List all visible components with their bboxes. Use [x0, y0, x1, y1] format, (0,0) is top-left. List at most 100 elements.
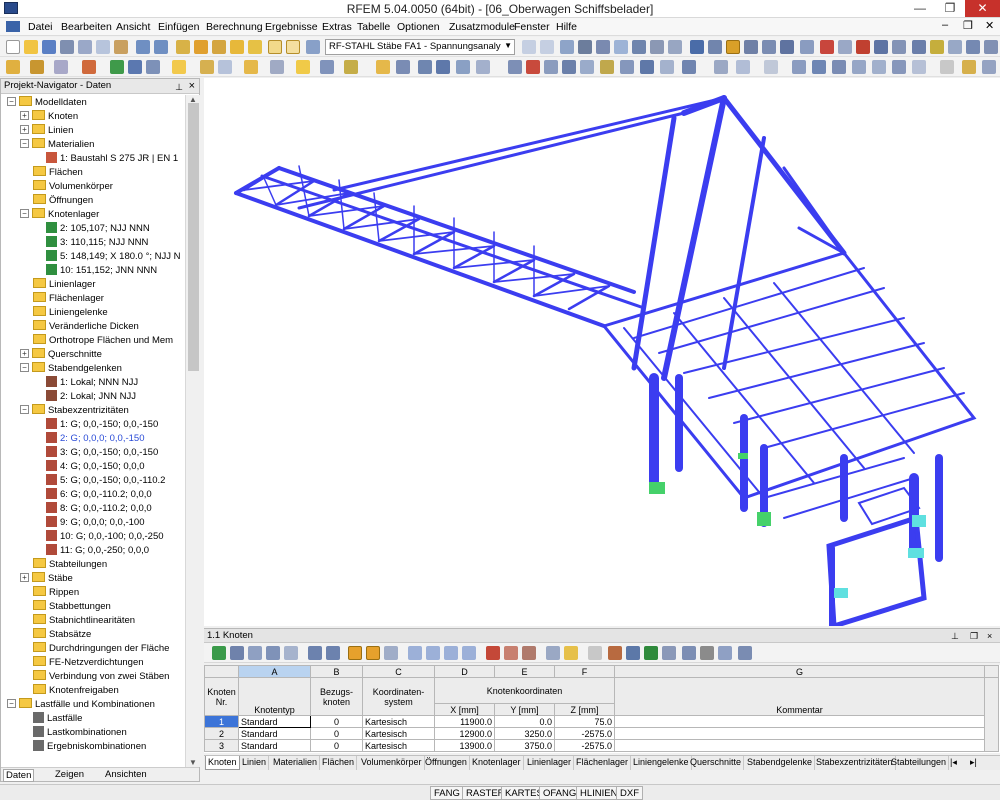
surface-load-icon[interactable]	[146, 60, 160, 74]
tree-item[interactable]: − Modelldaten	[7, 96, 87, 110]
table-jump-icon[interactable]	[348, 646, 362, 660]
expand-icon[interactable]: +	[20, 125, 29, 134]
crane-model-drawing[interactable]	[204, 78, 1000, 626]
table-tab[interactable]: Querschnitte	[688, 756, 745, 770]
table-tab[interactable]: Liniengelenke	[631, 756, 692, 770]
tree-item[interactable]: Volumenkörper	[33, 180, 113, 194]
undo-icon[interactable]	[136, 40, 150, 54]
table-delete-icon[interactable]	[486, 646, 500, 660]
tree-item[interactable]: Ergebniskombinationen	[33, 740, 146, 754]
result-combo-icon[interactable]	[218, 60, 232, 74]
select-icon[interactable]	[6, 60, 20, 74]
scale-icon[interactable]	[544, 60, 558, 74]
scroll-down-icon[interactable]: ▼	[189, 758, 197, 767]
nodes-table[interactable]: A B C D E F G Knoten Nr. Knotentyp Bezug…	[204, 665, 1000, 753]
tree-item[interactable]: Rippen	[33, 586, 79, 600]
tree-item[interactable]: 2: Lokal; JNN NJJ	[46, 390, 136, 404]
cell-kommentar[interactable]	[614, 739, 985, 752]
view-y-icon[interactable]	[744, 40, 758, 54]
tree-item[interactable]: − Stabexzentrizitäten	[20, 404, 129, 418]
column-f-header[interactable]: F	[554, 665, 615, 678]
tree-item[interactable]: Linienlager	[33, 278, 95, 292]
table-cut-icon[interactable]	[504, 646, 518, 660]
move-icon[interactable]	[508, 60, 522, 74]
menu-optionen[interactable]: Optionen	[397, 21, 440, 33]
next-icon[interactable]	[540, 40, 554, 54]
edit-icon[interactable]	[194, 40, 208, 54]
column-d-header[interactable]: D	[434, 665, 495, 678]
collapse-icon[interactable]: −	[20, 405, 29, 414]
window-split-icon[interactable]	[268, 40, 282, 54]
table-tab[interactable]: Stabendgelenke	[745, 756, 816, 770]
view-active-icon[interactable]	[726, 40, 740, 54]
open-folder-icon[interactable]	[24, 40, 38, 54]
row-number[interactable]: 2	[204, 727, 239, 740]
tree-item[interactable]: 2: G; 0,0,0; 0,0,-150	[46, 432, 145, 446]
column-g-header[interactable]: G	[614, 665, 985, 678]
cell-z[interactable]: -2575.0	[554, 727, 615, 740]
dimension-icon[interactable]	[948, 40, 962, 54]
results-icon[interactable]	[212, 40, 226, 54]
copy-icon[interactable]	[838, 40, 852, 54]
tree-item[interactable]: Flächenlager	[33, 292, 104, 306]
mdi-minimize-button[interactable]: –	[942, 19, 948, 31]
tree-item[interactable]: 9: G; 0,0,0; 0,0,-100	[46, 516, 145, 530]
tree-item[interactable]: 5: G; 0,0,-150; 0,0,-110.2	[46, 474, 165, 488]
member-load-icon[interactable]	[128, 60, 142, 74]
maximize-button[interactable]: ❐	[935, 0, 965, 17]
tree-item[interactable]: Verbindung von zwei Stäben	[33, 670, 169, 684]
close-icon[interactable]: ×	[189, 79, 195, 93]
menu-zusatzmodule[interactable]: Zusatzmodule	[449, 21, 515, 33]
cell-y[interactable]: 0.0	[494, 715, 555, 728]
filter-icon[interactable]	[270, 60, 284, 74]
zoom-icon[interactable]	[560, 40, 574, 54]
numbering-icon[interactable]	[396, 60, 410, 74]
surface-icon[interactable]	[614, 40, 628, 54]
tree-item[interactable]: 1: Lokal; NNN NJJ	[46, 376, 138, 390]
panel-icon[interactable]	[940, 60, 954, 74]
tab-scroll-right-icon[interactable]: ▸|	[968, 756, 979, 770]
table-tab[interactable]: Volumenkörper	[359, 756, 425, 770]
tab-scroll-left-icon[interactable]: |◂	[948, 756, 959, 770]
save-icon[interactable]	[42, 40, 56, 54]
table-grid-icon[interactable]	[284, 646, 298, 660]
delete-icon[interactable]	[820, 40, 834, 54]
table-refresh-icon[interactable]	[384, 646, 398, 660]
deform-icon[interactable]	[320, 60, 334, 74]
table-tab[interactable]: Flächen	[320, 756, 358, 770]
cut-icon[interactable]	[114, 40, 128, 54]
table-select-icon[interactable]	[366, 646, 380, 660]
tree-item[interactable]: Lastfälle	[33, 712, 82, 726]
check-icon[interactable]	[436, 60, 450, 74]
menu-bearbeiten[interactable]: Bearbeiten	[61, 21, 112, 33]
cell-z[interactable]: -2575.0	[554, 739, 615, 752]
mdi-restore-button[interactable]: ❐	[963, 19, 973, 32]
cell-y[interactable]: 3750.0	[494, 739, 555, 752]
close-icon[interactable]: ×	[987, 629, 992, 643]
cell-koordinatensystem[interactable]: Kartesisch	[362, 739, 435, 752]
measure-icon[interactable]	[930, 40, 944, 54]
row-number[interactable]: 3	[204, 739, 239, 752]
module-combo[interactable]: RF-STAHL Stäbe FA1 - Spannungsanaly ▼	[325, 39, 515, 55]
row-number[interactable]: 1	[204, 715, 239, 728]
cell-x[interactable]: 11900.0	[434, 715, 495, 728]
tree-item[interactable]: 2: 105,107; NJJ NNN	[46, 222, 150, 236]
tree-item[interactable]: Stabnichtlinearitäten	[33, 614, 135, 628]
text-icon[interactable]	[736, 60, 750, 74]
expand-icon[interactable]: +	[20, 111, 29, 120]
cell-x[interactable]: 12900.0	[434, 727, 495, 740]
collapse-icon[interactable]: −	[7, 97, 16, 106]
expand-icon[interactable]: +	[20, 349, 29, 358]
tree-item[interactable]: Stabbettungen	[33, 600, 111, 614]
view-z-icon[interactable]	[762, 40, 776, 54]
grid-icon[interactable]	[668, 40, 682, 54]
table-cols-icon[interactable]	[248, 646, 262, 660]
restore-icon[interactable]: ❐	[970, 629, 978, 643]
rotate-icon[interactable]	[780, 40, 794, 54]
table-sort-icon[interactable]	[546, 646, 560, 660]
model-viewport[interactable]	[204, 78, 1000, 626]
tree-item[interactable]: 11: G; 0,0,-250; 0,0,0	[46, 544, 149, 558]
export-icon[interactable]	[96, 40, 110, 54]
tree-item[interactable]: Lastkombinationen	[33, 726, 127, 740]
rotate-model-icon[interactable]	[620, 60, 634, 74]
